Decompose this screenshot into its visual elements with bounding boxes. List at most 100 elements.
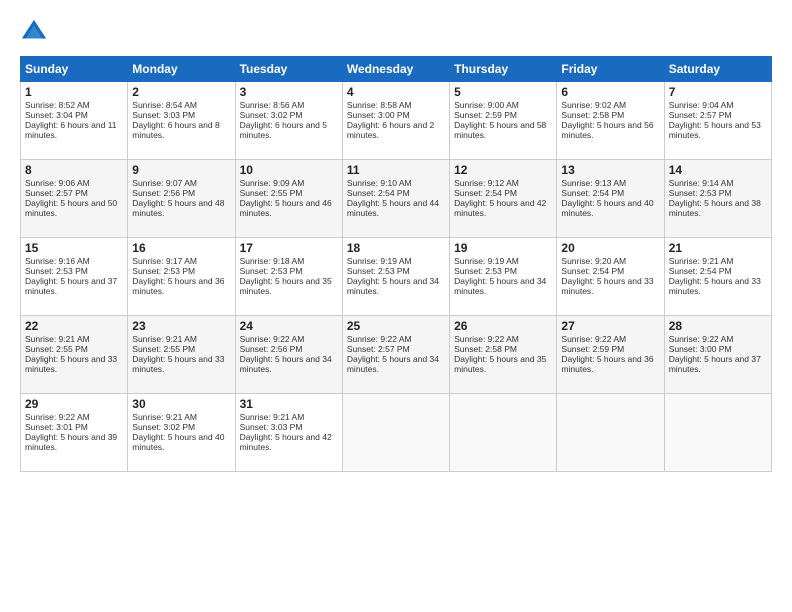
day-number: 25 [347, 319, 445, 333]
sunset: Sunset: 2:53 PM [454, 266, 517, 276]
cell-0-5: 6Sunrise: 9:02 AMSunset: 2:58 PMDaylight… [557, 82, 664, 160]
daylight: Daylight: 5 hours and 53 minutes. [669, 120, 761, 140]
sunrise: Sunrise: 9:18 AM [240, 256, 305, 266]
sunset: Sunset: 2:57 PM [25, 188, 88, 198]
daylight: Daylight: 6 hours and 8 minutes. [132, 120, 219, 140]
sunset: Sunset: 3:00 PM [669, 344, 732, 354]
daylight: Daylight: 5 hours and 36 minutes. [561, 354, 653, 374]
sunrise: Sunrise: 9:22 AM [454, 334, 519, 344]
page: Sunday Monday Tuesday Wednesday Thursday… [0, 0, 792, 612]
week-row-1: 8Sunrise: 9:06 AMSunset: 2:57 PMDaylight… [21, 160, 772, 238]
sunset: Sunset: 2:54 PM [561, 188, 624, 198]
sunset: Sunset: 3:00 PM [347, 110, 410, 120]
daylight: Daylight: 5 hours and 33 minutes. [669, 276, 761, 296]
cell-1-5: 13Sunrise: 9:13 AMSunset: 2:54 PMDayligh… [557, 160, 664, 238]
sunset: Sunset: 2:53 PM [132, 266, 195, 276]
cell-2-0: 15Sunrise: 9:16 AMSunset: 2:53 PMDayligh… [21, 238, 128, 316]
sunrise: Sunrise: 9:21 AM [669, 256, 734, 266]
sunset: Sunset: 2:55 PM [25, 344, 88, 354]
daylight: Daylight: 5 hours and 34 minutes. [454, 276, 546, 296]
cell-2-4: 19Sunrise: 9:19 AMSunset: 2:53 PMDayligh… [450, 238, 557, 316]
cell-1-6: 14Sunrise: 9:14 AMSunset: 2:53 PMDayligh… [664, 160, 771, 238]
cell-4-4 [450, 394, 557, 472]
day-number: 22 [25, 319, 123, 333]
sunset: Sunset: 3:01 PM [25, 422, 88, 432]
sunrise: Sunrise: 9:12 AM [454, 178, 519, 188]
day-number: 5 [454, 85, 552, 99]
daylight: Daylight: 5 hours and 35 minutes. [240, 276, 332, 296]
calendar-table: Sunday Monday Tuesday Wednesday Thursday… [20, 56, 772, 472]
sunset: Sunset: 2:54 PM [561, 266, 624, 276]
week-row-3: 22Sunrise: 9:21 AMSunset: 2:55 PMDayligh… [21, 316, 772, 394]
day-number: 13 [561, 163, 659, 177]
col-saturday: Saturday [664, 57, 771, 82]
sunset: Sunset: 2:53 PM [240, 266, 303, 276]
day-number: 29 [25, 397, 123, 411]
logo [20, 18, 52, 46]
cell-4-3 [342, 394, 449, 472]
sunrise: Sunrise: 9:07 AM [132, 178, 197, 188]
sunset: Sunset: 2:55 PM [240, 188, 303, 198]
day-number: 15 [25, 241, 123, 255]
sunset: Sunset: 2:59 PM [561, 344, 624, 354]
cell-0-3: 4Sunrise: 8:58 AMSunset: 3:00 PMDaylight… [342, 82, 449, 160]
sunset: Sunset: 2:57 PM [669, 110, 732, 120]
sunrise: Sunrise: 9:22 AM [25, 412, 90, 422]
cell-1-2: 10Sunrise: 9:09 AMSunset: 2:55 PMDayligh… [235, 160, 342, 238]
daylight: Daylight: 5 hours and 33 minutes. [132, 354, 224, 374]
week-row-2: 15Sunrise: 9:16 AMSunset: 2:53 PMDayligh… [21, 238, 772, 316]
sunrise: Sunrise: 9:16 AM [25, 256, 90, 266]
calendar-body: 1Sunrise: 8:52 AMSunset: 3:04 PMDaylight… [21, 82, 772, 472]
sunset: Sunset: 2:53 PM [669, 188, 732, 198]
cell-3-5: 27Sunrise: 9:22 AMSunset: 2:59 PMDayligh… [557, 316, 664, 394]
day-number: 23 [132, 319, 230, 333]
sunset: Sunset: 2:57 PM [347, 344, 410, 354]
sunrise: Sunrise: 9:21 AM [25, 334, 90, 344]
col-monday: Monday [128, 57, 235, 82]
daylight: Daylight: 5 hours and 48 minutes. [132, 198, 224, 218]
cell-4-0: 29Sunrise: 9:22 AMSunset: 3:01 PMDayligh… [21, 394, 128, 472]
sunrise: Sunrise: 8:58 AM [347, 100, 412, 110]
week-row-4: 29Sunrise: 9:22 AMSunset: 3:01 PMDayligh… [21, 394, 772, 472]
cell-4-2: 31Sunrise: 9:21 AMSunset: 3:03 PMDayligh… [235, 394, 342, 472]
day-number: 7 [669, 85, 767, 99]
sunrise: Sunrise: 9:17 AM [132, 256, 197, 266]
sunrise: Sunrise: 9:22 AM [561, 334, 626, 344]
day-number: 28 [669, 319, 767, 333]
daylight: Daylight: 5 hours and 34 minutes. [240, 354, 332, 374]
col-friday: Friday [557, 57, 664, 82]
daylight: Daylight: 5 hours and 46 minutes. [240, 198, 332, 218]
sunrise: Sunrise: 9:21 AM [132, 412, 197, 422]
day-number: 4 [347, 85, 445, 99]
sunrise: Sunrise: 9:21 AM [132, 334, 197, 344]
day-number: 2 [132, 85, 230, 99]
cell-4-1: 30Sunrise: 9:21 AMSunset: 3:02 PMDayligh… [128, 394, 235, 472]
daylight: Daylight: 5 hours and 38 minutes. [669, 198, 761, 218]
daylight: Daylight: 5 hours and 37 minutes. [25, 276, 117, 296]
daylight: Daylight: 5 hours and 39 minutes. [25, 432, 117, 452]
sunset: Sunset: 2:53 PM [347, 266, 410, 276]
day-number: 6 [561, 85, 659, 99]
sunset: Sunset: 3:02 PM [240, 110, 303, 120]
daylight: Daylight: 5 hours and 35 minutes. [454, 354, 546, 374]
day-number: 12 [454, 163, 552, 177]
cell-1-0: 8Sunrise: 9:06 AMSunset: 2:57 PMDaylight… [21, 160, 128, 238]
sunrise: Sunrise: 8:56 AM [240, 100, 305, 110]
daylight: Daylight: 5 hours and 34 minutes. [347, 276, 439, 296]
cell-2-1: 16Sunrise: 9:17 AMSunset: 2:53 PMDayligh… [128, 238, 235, 316]
day-number: 19 [454, 241, 552, 255]
daylight: Daylight: 5 hours and 33 minutes. [25, 354, 117, 374]
daylight: Daylight: 5 hours and 42 minutes. [240, 432, 332, 452]
sunset: Sunset: 2:53 PM [25, 266, 88, 276]
cell-3-4: 26Sunrise: 9:22 AMSunset: 2:58 PMDayligh… [450, 316, 557, 394]
sunset: Sunset: 3:03 PM [240, 422, 303, 432]
daylight: Daylight: 5 hours and 37 minutes. [669, 354, 761, 374]
sunset: Sunset: 2:55 PM [132, 344, 195, 354]
cell-3-6: 28Sunrise: 9:22 AMSunset: 3:00 PMDayligh… [664, 316, 771, 394]
cell-4-5 [557, 394, 664, 472]
sunrise: Sunrise: 9:19 AM [347, 256, 412, 266]
daylight: Daylight: 6 hours and 11 minutes. [25, 120, 117, 140]
sunset: Sunset: 3:03 PM [132, 110, 195, 120]
header [20, 18, 772, 46]
cell-3-1: 23Sunrise: 9:21 AMSunset: 2:55 PMDayligh… [128, 316, 235, 394]
